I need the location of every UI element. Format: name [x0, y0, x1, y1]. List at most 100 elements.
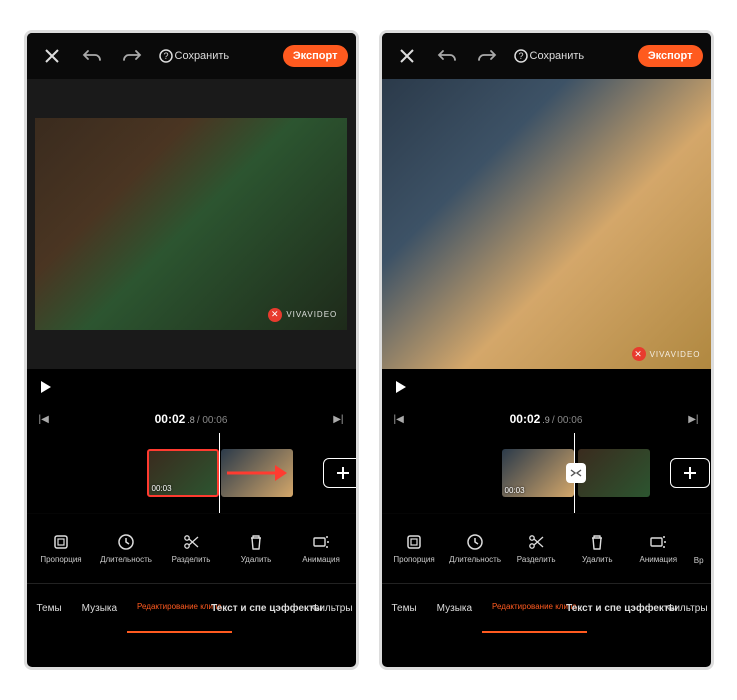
- tool-animation[interactable]: Анимация: [290, 533, 352, 564]
- save-button[interactable]: ? Сохранить: [159, 49, 230, 63]
- tool-proportion[interactable]: Пропорция: [384, 533, 445, 564]
- svg-text:?: ?: [163, 51, 168, 61]
- save-button[interactable]: ? Сохранить: [514, 49, 585, 63]
- tab-filters[interactable]: Фильтры: [657, 584, 711, 633]
- playhead[interactable]: [219, 433, 221, 513]
- play-icon[interactable]: [39, 380, 53, 394]
- watermark[interactable]: ✕ VIVAVIDEO: [632, 347, 701, 361]
- current-time-sub: .9: [542, 415, 550, 425]
- tool-split[interactable]: Разделить: [160, 533, 222, 564]
- close-icon[interactable]: [390, 39, 424, 73]
- current-time: 00:02: [510, 412, 541, 426]
- tool-row: Пропорция Длительность Разделить Удалить…: [27, 513, 356, 583]
- export-button[interactable]: Экспорт: [283, 45, 348, 67]
- preview-frame: ✕ VIVAVIDEO: [382, 79, 711, 369]
- save-label: Сохранить: [530, 50, 585, 62]
- clip-2[interactable]: [221, 449, 293, 497]
- trash-icon: [588, 533, 606, 551]
- play-row: [382, 369, 711, 405]
- clip-2[interactable]: [578, 449, 650, 497]
- clip-1[interactable]: 00:03: [147, 449, 219, 497]
- timeline[interactable]: 00:03 ВИТ: [27, 433, 356, 513]
- tool-label: Пропорция: [393, 555, 434, 564]
- top-bar: ? Сохранить Экспорт: [27, 33, 356, 79]
- preview-frame: ✕ VIVAVIDEO: [35, 118, 348, 330]
- prev-frame-icon[interactable]: |◀: [39, 414, 49, 425]
- play-icon[interactable]: [394, 380, 408, 394]
- watermark-text: VIVAVIDEO: [650, 350, 701, 359]
- crop-icon: [52, 533, 70, 551]
- tab-music[interactable]: Музыка: [427, 584, 482, 633]
- tool-duration[interactable]: Длительность: [95, 533, 157, 564]
- clip-1[interactable]: 00:03: [502, 449, 574, 497]
- svg-text:?: ?: [518, 51, 523, 61]
- tab-music[interactable]: Музыка: [72, 584, 127, 633]
- tool-label: Длительность: [100, 555, 152, 564]
- current-time: 00:02: [155, 412, 186, 426]
- timeline[interactable]: 00:03: [382, 433, 711, 513]
- add-clip-button[interactable]: [670, 458, 710, 488]
- next-frame-icon[interactable]: ▶|: [333, 414, 343, 425]
- editor-screen-right: ? Сохранить Экспорт ✕ VIVAVIDEO |◀ 00:02…: [379, 30, 714, 670]
- total-duration: / 00:06: [197, 415, 228, 426]
- animation-icon: [312, 533, 330, 551]
- transition-button[interactable]: [566, 463, 586, 483]
- play-row: [27, 369, 356, 405]
- tool-label: Разделить: [517, 555, 556, 564]
- scissors-icon: [182, 533, 200, 551]
- save-label: Сохранить: [175, 50, 230, 62]
- tool-extra[interactable]: Вр: [689, 532, 709, 565]
- watermark[interactable]: ✕ VIVAVIDEO: [268, 308, 337, 322]
- export-button[interactable]: Экспорт: [638, 45, 703, 67]
- tool-delete[interactable]: Удалить: [567, 533, 628, 564]
- clip-duration: 00:03: [152, 484, 172, 493]
- tool-delete[interactable]: Удалить: [225, 533, 287, 564]
- close-watermark-icon[interactable]: ✕: [268, 308, 282, 322]
- time-row: |◀ 00:02.8 / 00:06 ▶|: [27, 405, 356, 433]
- time-row: |◀ 00:02.9 / 00:06 ▶|: [382, 405, 711, 433]
- clock-icon: [466, 533, 484, 551]
- tool-split[interactable]: Разделить: [506, 533, 567, 564]
- tab-text-fx[interactable]: Текст и спе цэффекты: [232, 584, 302, 633]
- tool-label: Длительность: [449, 555, 501, 564]
- clock-icon: [117, 533, 135, 551]
- tool-animation[interactable]: Анимация: [628, 533, 689, 564]
- extra-icon: [696, 532, 701, 552]
- current-time-sub: .8: [187, 415, 195, 425]
- tab-themes[interactable]: Темы: [382, 584, 427, 633]
- top-bar: ? Сохранить Экспорт: [382, 33, 711, 79]
- bottom-tabs: Темы Музыка Редактирование клипа Текст и…: [382, 583, 711, 633]
- watermark-text: VIVAVIDEO: [286, 310, 337, 319]
- animation-icon: [649, 533, 667, 551]
- video-preview[interactable]: ✕ VIVAVIDEO: [382, 79, 711, 369]
- clip-duration: 00:03: [505, 486, 525, 495]
- video-preview[interactable]: ✕ VIVAVIDEO: [27, 79, 356, 369]
- undo-icon[interactable]: [430, 39, 464, 73]
- editor-screen-left: ? Сохранить Экспорт ✕ VIVAVIDEO |◀ 00:02…: [24, 30, 359, 670]
- tool-label: Удалить: [241, 555, 272, 564]
- prev-frame-icon[interactable]: |◀: [394, 414, 404, 425]
- add-clip-button[interactable]: [323, 458, 356, 488]
- total-duration: / 00:06: [552, 415, 583, 426]
- crop-icon: [405, 533, 423, 551]
- redo-icon[interactable]: [470, 39, 504, 73]
- tool-label: Анимация: [302, 555, 340, 564]
- trash-icon: [247, 533, 265, 551]
- scissors-icon: [527, 533, 545, 551]
- tool-label: Анимация: [640, 555, 678, 564]
- close-watermark-icon[interactable]: ✕: [632, 347, 646, 361]
- next-frame-icon[interactable]: ▶|: [688, 414, 698, 425]
- tool-label: Вр: [694, 556, 704, 565]
- tool-label: Разделить: [172, 555, 211, 564]
- tool-proportion[interactable]: Пропорция: [30, 533, 92, 564]
- tool-row: Пропорция Длительность Разделить Удалить…: [382, 513, 711, 583]
- tab-themes[interactable]: Темы: [27, 584, 72, 633]
- tool-label: Удалить: [582, 555, 613, 564]
- tab-filters[interactable]: Фильтры: [302, 584, 356, 633]
- redo-icon[interactable]: [115, 39, 149, 73]
- tab-text-fx[interactable]: Текст и спе цэффекты: [587, 584, 657, 633]
- bottom-tabs: Темы Музыка Редактирование клипа Текст и…: [27, 583, 356, 633]
- close-icon[interactable]: [35, 39, 69, 73]
- undo-icon[interactable]: [75, 39, 109, 73]
- tool-duration[interactable]: Длительность: [445, 533, 506, 564]
